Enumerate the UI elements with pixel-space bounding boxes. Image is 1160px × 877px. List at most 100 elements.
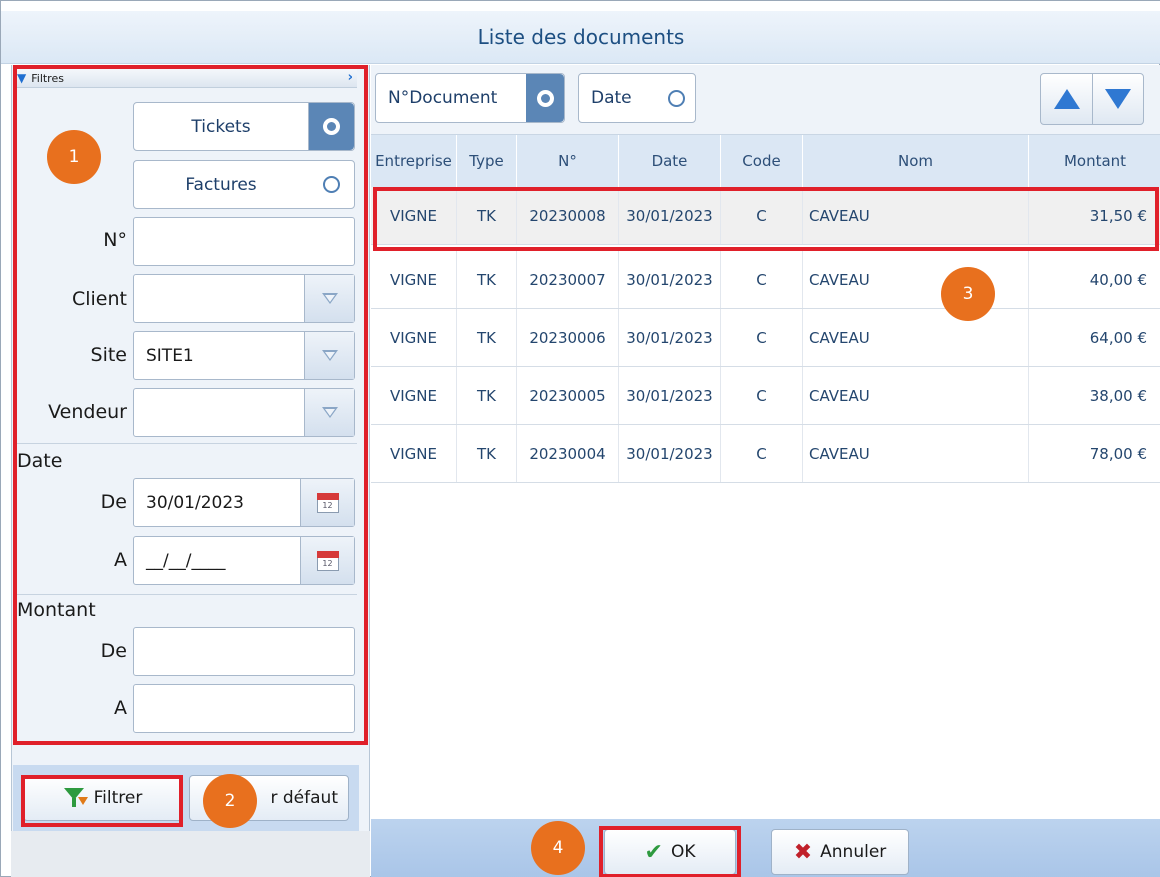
filters-header[interactable]: ▼ Filtres › xyxy=(13,69,357,88)
table-row[interactable]: VIGNE TK 20230008 30/01/2023 C CAVEAU 31… xyxy=(371,187,1160,245)
check-icon: ✔ xyxy=(644,839,663,865)
cell-nom: CAVEAU xyxy=(803,251,1029,308)
table-row[interactable]: VIGNE TK 20230005 30/01/2023 C CAVEAU 38… xyxy=(371,367,1160,425)
sort-ascending-button[interactable] xyxy=(1041,74,1092,124)
column-header-type[interactable]: Type xyxy=(457,135,517,187)
site-dropdown-button[interactable] xyxy=(304,332,354,379)
cell-montant: 78,00 € xyxy=(1089,444,1147,463)
cell-numero: 20230007 xyxy=(517,251,619,308)
cell-type: TK xyxy=(457,187,517,244)
cell-code: C xyxy=(721,425,803,482)
filter-button-label: Filtrer xyxy=(93,788,143,808)
filters-header-label: Filtres xyxy=(31,71,64,85)
cell-type: TK xyxy=(457,425,517,482)
default-button-label: r défaut xyxy=(270,788,339,808)
number-input[interactable] xyxy=(133,217,355,266)
arrow-up-icon xyxy=(1053,89,1080,109)
doc-type-factures-button[interactable]: Factures xyxy=(133,160,355,209)
radio-selected-icon xyxy=(536,89,554,107)
cell-numero: 20230006 xyxy=(517,309,619,366)
cell-code: C xyxy=(721,251,803,308)
site-select[interactable]: SITE1 xyxy=(133,331,355,380)
cell-numero: 20230005 xyxy=(517,367,619,424)
annotation-badge: 2 xyxy=(203,774,257,828)
column-header-nom[interactable]: Nom xyxy=(803,135,1029,187)
amount-from-label: De xyxy=(100,640,127,662)
chevron-down-icon xyxy=(321,407,338,418)
radio-zone xyxy=(526,74,564,122)
column-header-code[interactable]: Code xyxy=(721,135,803,187)
vendor-dropdown-button[interactable] xyxy=(304,389,354,436)
chevron-down-icon xyxy=(321,293,338,304)
vendor-select[interactable] xyxy=(133,388,355,437)
documents-table: Entreprise Type N° Date Code Nom Montant… xyxy=(371,135,1160,819)
cell-date: 30/01/2023 xyxy=(619,187,721,244)
ok-button[interactable]: ✔ OK xyxy=(604,829,736,875)
cell-date: 30/01/2023 xyxy=(619,425,721,482)
number-label: N° xyxy=(103,229,127,251)
date-to-input[interactable]: __/__/____ 12 xyxy=(133,536,355,585)
column-header-entreprise[interactable]: Entreprise xyxy=(371,135,457,187)
amount-from-input[interactable] xyxy=(133,627,355,676)
doc-type-tickets-label: Tickets xyxy=(191,116,251,137)
cancel-button[interactable]: ✖ Annuler xyxy=(771,829,909,875)
sort-by-number-button[interactable]: N°Document xyxy=(375,73,565,123)
date-to-calendar-button[interactable]: 12 xyxy=(300,537,354,584)
cell-type: TK xyxy=(457,367,517,424)
vendor-label: Vendeur xyxy=(48,401,127,423)
client-select[interactable] xyxy=(133,274,355,323)
sort-descending-button[interactable] xyxy=(1092,74,1143,124)
site-label: Site xyxy=(90,344,127,366)
cell-type: TK xyxy=(457,251,517,308)
date-from-input[interactable]: 30/01/2023 12 xyxy=(133,478,355,527)
date-from-value: 30/01/2023 xyxy=(146,492,244,513)
sort-direction-group xyxy=(1040,73,1144,125)
column-header-numero[interactable]: N° xyxy=(517,135,619,187)
column-header-date[interactable]: Date xyxy=(619,135,721,187)
table-row[interactable]: VIGNE TK 20230006 30/01/2023 C CAVEAU 64… xyxy=(371,309,1160,367)
ok-button-label: OK xyxy=(670,842,696,862)
date-section-title: Date xyxy=(17,450,63,472)
client-label: Client xyxy=(71,288,127,310)
cell-entreprise: VIGNE xyxy=(371,187,457,244)
date-to-label: A xyxy=(114,549,127,571)
table-header: Entreprise Type N° Date Code Nom Montant xyxy=(371,135,1160,187)
cell-entreprise: VIGNE xyxy=(371,367,457,424)
sort-by-number-label: N°Document xyxy=(388,88,498,108)
cell-montant: 64,00 € xyxy=(1089,328,1147,347)
radio-zone xyxy=(308,103,354,150)
chevron-down-icon xyxy=(321,350,338,361)
cell-numero: 20230004 xyxy=(517,425,619,482)
amount-to-input[interactable] xyxy=(133,684,355,733)
left-bottom-area xyxy=(11,831,370,877)
cell-montant: 38,00 € xyxy=(1089,386,1147,405)
window-title: Liste des documents xyxy=(1,11,1160,64)
annotation-badge: 4 xyxy=(531,821,585,875)
table-row[interactable]: VIGNE TK 20230004 30/01/2023 C CAVEAU 78… xyxy=(371,425,1160,483)
doc-type-tickets-button[interactable]: Tickets xyxy=(133,102,355,151)
cell-entreprise: VIGNE xyxy=(371,425,457,482)
cancel-button-label: Annuler xyxy=(820,842,887,862)
cell-code: C xyxy=(721,367,803,424)
filter-apply-icon xyxy=(63,787,88,809)
cell-montant: 31,50 € xyxy=(1089,206,1147,225)
calendar-icon: 12 xyxy=(316,550,339,571)
filter-button[interactable]: Filtrer xyxy=(23,775,183,821)
table-row[interactable]: VIGNE TK 20230007 30/01/2023 C CAVEAU 40… xyxy=(371,251,1160,309)
date-from-calendar-button[interactable]: 12 xyxy=(300,479,354,526)
calendar-icon: 12 xyxy=(316,492,339,513)
amount-section-title: Montant xyxy=(17,599,96,621)
client-dropdown-button[interactable] xyxy=(304,275,354,322)
radio-zone xyxy=(657,74,695,122)
cell-entreprise: VIGNE xyxy=(371,251,457,308)
sort-by-date-button[interactable]: Date xyxy=(578,73,696,123)
cell-nom: CAVEAU xyxy=(803,425,1029,482)
annotation-badge: 1 xyxy=(47,130,101,184)
documents-window: Liste des documents ▼ Filtres › Tickets … xyxy=(0,0,1160,877)
chevron-right-icon[interactable]: › xyxy=(348,70,353,85)
cell-date: 30/01/2023 xyxy=(619,309,721,366)
site-select-value: SITE1 xyxy=(146,345,194,366)
column-header-montant[interactable]: Montant xyxy=(1029,135,1160,187)
date-from-label: De xyxy=(100,491,127,513)
arrow-down-icon xyxy=(1105,89,1131,109)
